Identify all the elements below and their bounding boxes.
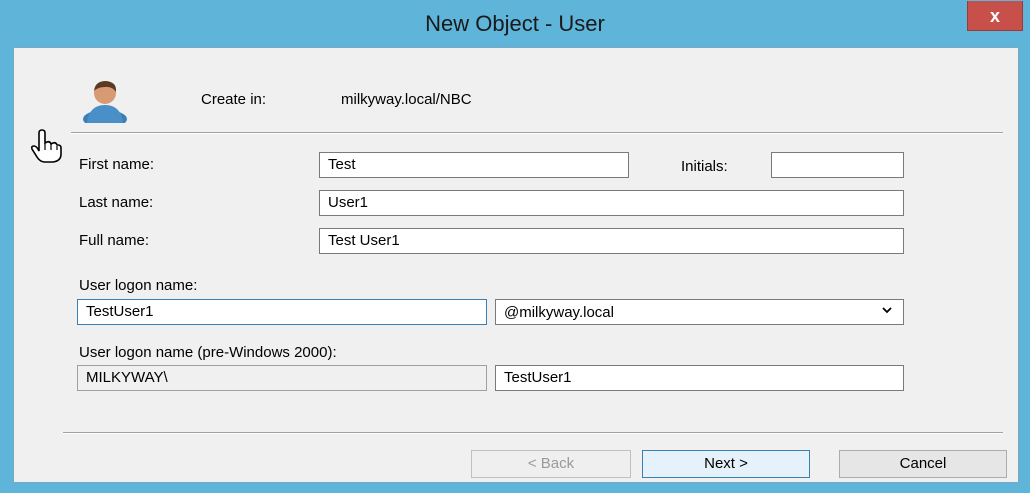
- last-name-label: Last name:: [79, 194, 154, 211]
- create-in-value: milkyway.local/NBC: [341, 91, 472, 108]
- back-button[interactable]: < Back: [471, 450, 631, 478]
- initials-label: Initials:: [681, 158, 728, 175]
- separator-bottom: [63, 432, 1003, 434]
- last-name-field[interactable]: User1: [319, 190, 904, 216]
- initials-field[interactable]: [771, 152, 904, 178]
- title-bar: New Object - User x: [1, 1, 1029, 47]
- first-name-field[interactable]: Test: [319, 152, 629, 178]
- chevron-down-icon: [881, 303, 893, 319]
- user-icon: [83, 81, 127, 123]
- separator-top: [71, 132, 1003, 134]
- create-in-label: Create in:: [201, 91, 267, 108]
- user-logon-name-field[interactable]: TestUser1: [77, 299, 487, 325]
- close-button[interactable]: x: [967, 1, 1023, 31]
- upn-suffix-dropdown[interactable]: @milkyway.local: [495, 299, 904, 325]
- dialog-body: [13, 47, 1019, 483]
- new-object-user-dialog: New Object - User x Create in: milkyway.…: [0, 0, 1030, 493]
- user-logon-name-label: User logon name:: [79, 277, 198, 294]
- next-button[interactable]: Next >: [642, 450, 810, 478]
- pre2000-logon-label: User logon name (pre-Windows 2000):: [79, 344, 337, 361]
- pre2000-logon-field[interactable]: TestUser1: [495, 365, 904, 391]
- full-name-field[interactable]: Test User1: [319, 228, 904, 254]
- full-name-label: Full name:: [79, 232, 150, 249]
- pre2000-domain-field: MILKYWAY\: [77, 365, 487, 391]
- cancel-button[interactable]: Cancel: [839, 450, 1007, 478]
- upn-suffix-value: @milkyway.local: [504, 304, 614, 321]
- window-title: New Object - User: [425, 11, 605, 36]
- first-name-label: First name:: [79, 156, 155, 173]
- hand-pointer-icon: [30, 129, 62, 163]
- close-icon: x: [989, 6, 1000, 26]
